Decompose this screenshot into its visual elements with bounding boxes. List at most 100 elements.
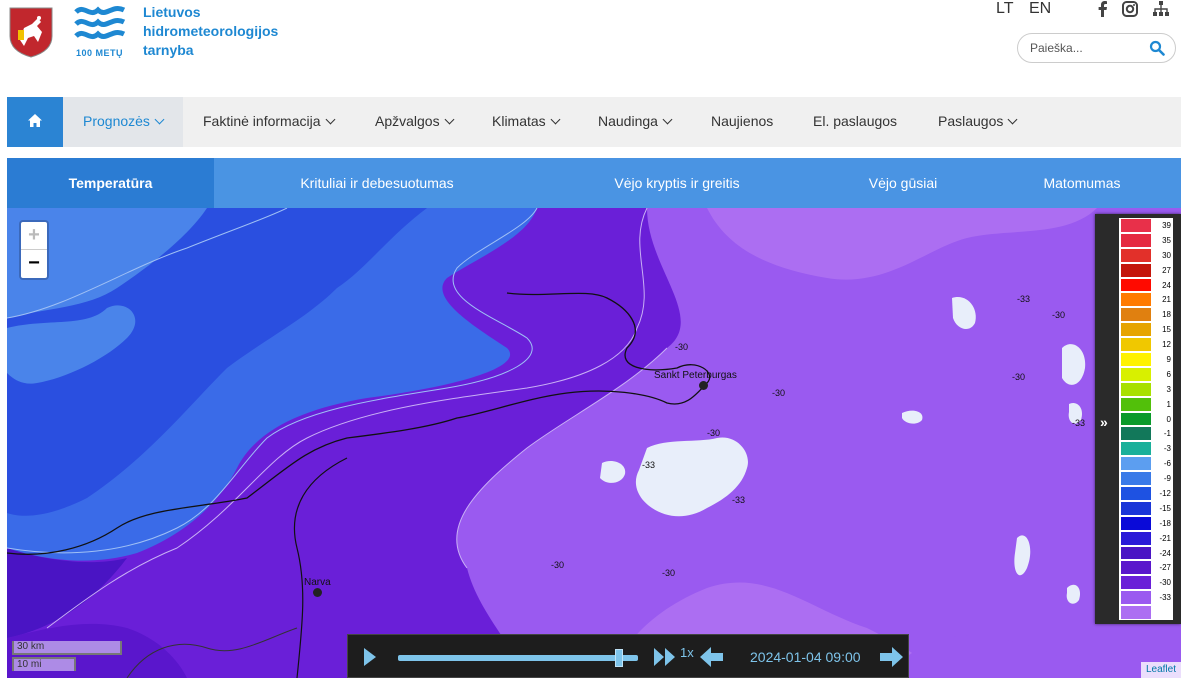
legend-value: 30 [1162,250,1171,260]
city-marker-icon[interactable] [313,588,322,597]
sitemap-icon[interactable] [1153,1,1169,17]
nav-label: Paslaugos [938,113,1004,129]
instagram-icon[interactable] [1122,1,1138,17]
nav-item-naujienos[interactable]: Naujienos [707,97,777,147]
leaflet-attribution-link[interactable]: Leaflet [1140,662,1181,678]
forecast-timestamp: 2024-01-04 09:00 [750,649,861,665]
legend-value: 24 [1162,280,1171,290]
arrow-right-icon[interactable] [879,647,903,667]
main-navigation: Prognozės Faktinė informacija Apžvalgos … [7,97,1181,147]
legend-value: 39 [1162,221,1171,230]
contour-label: -30 [1052,310,1065,320]
legend-swatch [1121,487,1151,500]
legend-value: -18 [1159,518,1171,528]
contour-label: -30 [772,388,785,398]
contour-label: -33 [642,460,655,470]
contour-label: -30 [662,568,675,578]
legend-swatch [1121,382,1151,396]
legend-row: -3 [1121,441,1171,456]
legend-row [1121,605,1171,620]
legend-swatch [1121,263,1151,277]
language-lt-link[interactable]: LT [996,0,1013,18]
nav-home-button[interactable] [7,97,63,147]
scale-bar-km: 30 km [12,641,122,655]
legend-value: -15 [1159,503,1171,513]
tab-krituliai[interactable]: Krituliai ir debesuotumas [277,158,477,208]
legend-swatch [1121,338,1151,351]
city-label-sankt-peterburgas: Sankt Peterburgas [654,370,737,381]
chevron-down-icon [662,114,673,125]
city-label-narva: Narva [304,577,331,588]
legend-value: -1 [1163,429,1171,439]
legend-row: 18 [1121,307,1171,322]
legend-row: -27 [1121,560,1171,575]
arrow-left-icon[interactable] [700,647,724,667]
forecast-tabs: Temperatūra Krituliai ir debesuotumas Vė… [7,158,1181,208]
search-box [1017,33,1176,63]
lhmt-logo-icon[interactable] [74,4,126,46]
legend-value: 15 [1162,325,1171,335]
scale-bar-mi: 10 mi [12,657,76,671]
legend-row: 1 [1121,397,1171,412]
temperature-map[interactable]: -30 -30 -30 -30 -30 -30 -30 -33 -33 -33 … [7,208,1181,678]
double-chevron-right-icon[interactable]: » [1100,414,1116,430]
legend-value: 27 [1162,265,1171,275]
legend-value: -21 [1159,533,1171,543]
zoom-in-button[interactable]: + [21,222,47,250]
nav-item-faktine-informacija[interactable]: Faktinė informacija [199,97,338,147]
search-icon[interactable] [1149,40,1165,56]
tab-vejo-gusiai[interactable]: Vėjo gūsiai [833,158,973,208]
nav-item-naudinga[interactable]: Naudinga [594,97,675,147]
city-marker-icon[interactable] [699,381,708,390]
organization-name[interactable]: Lietuvos hidrometeorologijos tarnyba [143,3,313,60]
legend-value: -33 [1159,593,1171,603]
legend-value: -24 [1159,548,1171,558]
contour-label: -33 [1072,418,1085,428]
legend-swatch [1121,516,1151,530]
legend-swatch [1121,293,1151,307]
timeline-slider-handle[interactable] [614,649,623,667]
legend-swatch [1121,412,1151,426]
tab-vejo-kryptis[interactable]: Vėjo kryptis ir greitis [577,158,777,208]
nav-item-klimatas[interactable]: Klimatas [488,97,563,147]
nav-item-el-paslaugos[interactable]: El. paslaugos [809,97,901,147]
legend-row: -33 [1121,590,1171,605]
nav-label: Klimatas [492,113,546,129]
contour-label: -33 [732,495,745,505]
zoom-out-button[interactable]: − [21,250,47,278]
chevron-down-icon [154,114,165,125]
logo-subtitle: 100 METŲ [76,48,124,58]
legend-row: 27 [1121,263,1171,278]
chevron-down-icon [444,114,455,125]
org-name-line: Lietuvos [143,4,201,20]
tab-matomumas[interactable]: Matomumas [1027,158,1137,208]
legend-swatch [1121,546,1151,560]
facebook-icon[interactable] [1095,1,1111,17]
legend-row: 9 [1121,352,1171,367]
tab-temperatura[interactable]: Temperatūra [7,158,214,208]
chevron-down-icon [550,114,561,125]
contour-label: -30 [675,342,688,352]
contour-label: -30 [707,428,720,438]
legend-swatch [1121,427,1151,441]
legend-swatch [1121,308,1151,322]
legend-row: 21 [1121,292,1171,307]
legend-row: -15 [1121,501,1171,516]
legend-row: -30 [1121,575,1171,590]
legend-value: 6 [1166,369,1171,379]
nav-item-apzvalgos[interactable]: Apžvalgos [371,97,457,147]
legend-row: -18 [1121,516,1171,531]
playback-speed[interactable]: 1x [680,645,694,660]
fast-forward-icon[interactable] [653,647,677,667]
coat-of-arms-icon[interactable] [8,6,54,58]
language-en-link[interactable]: EN [1029,0,1051,18]
timeline-slider[interactable] [398,655,638,661]
chevron-down-icon [325,114,335,125]
legend-row: -12 [1121,486,1171,501]
nav-item-paslaugos[interactable]: Paslaugos [934,97,1020,147]
chevron-down-icon [1007,114,1018,125]
play-icon[interactable] [363,647,377,667]
legend-swatch [1121,219,1151,232]
search-input[interactable] [1030,39,1145,57]
nav-item-prognozes[interactable]: Prognozės [63,97,183,147]
